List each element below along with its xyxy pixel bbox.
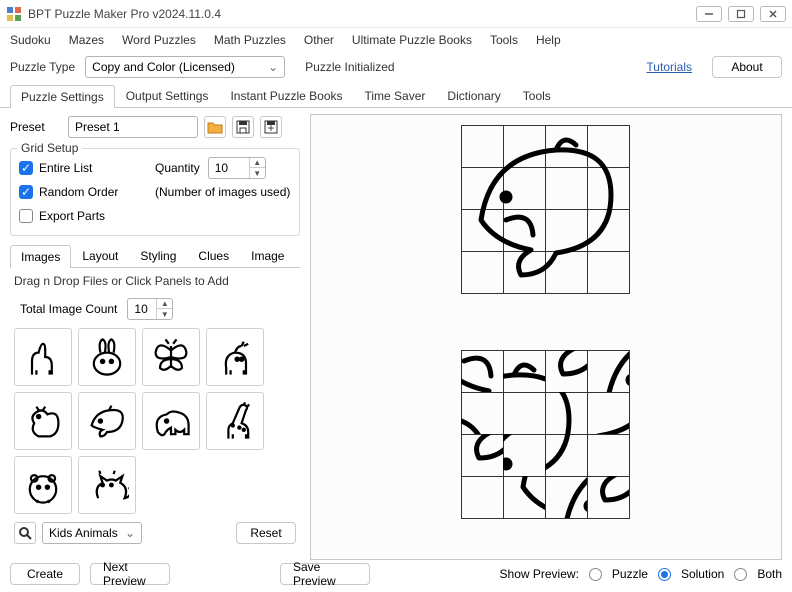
thumb-elephant[interactable] — [142, 392, 200, 450]
puzzle-type-label: Puzzle Type — [10, 60, 75, 74]
collection-combo[interactable]: Kids Animals ⌄ — [42, 522, 142, 544]
create-button[interactable]: Create — [10, 563, 80, 585]
quantity-spinner[interactable]: 10 ▲▼ — [208, 157, 266, 179]
images-subtabs: Images Layout Styling Clues Image — [10, 244, 300, 268]
close-button[interactable] — [760, 6, 786, 22]
menu-mazes[interactable]: Mazes — [69, 33, 104, 47]
svg-text:+: + — [267, 121, 274, 134]
preset-label: Preset — [10, 120, 62, 134]
drag-drop-hint: Drag n Drop Files or Click Panels to Add — [10, 268, 300, 294]
chevron-down-icon: ⌄ — [268, 60, 278, 74]
total-image-count-spinner[interactable]: 10 ▲▼ — [127, 298, 173, 320]
chevron-down-icon: ⌄ — [125, 526, 135, 540]
thumb-squirrel[interactable] — [14, 392, 72, 450]
subtab-image[interactable]: Image — [240, 244, 295, 267]
tab-tools[interactable]: Tools — [512, 84, 562, 107]
entire-list-checkbox[interactable]: ✓ — [19, 161, 33, 175]
main-tabs: Puzzle Settings Output Settings Instant … — [0, 84, 792, 108]
tab-instant-puzzle-books[interactable]: Instant Puzzle Books — [219, 84, 353, 107]
thumb-dolphin[interactable] — [78, 392, 136, 450]
thumb-hamster[interactable] — [14, 456, 72, 514]
thumb-bunny[interactable] — [78, 328, 136, 386]
save-as-preset-button[interactable]: + — [260, 116, 282, 138]
search-collection-button[interactable] — [14, 522, 36, 544]
preview-both-label: Both — [757, 567, 782, 581]
preview-puzzle-label: Puzzle — [612, 567, 648, 581]
save-preview-button[interactable]: Save Preview — [280, 563, 370, 585]
menu-help[interactable]: Help — [536, 33, 561, 47]
grid-setup-legend: Grid Setup — [17, 141, 82, 155]
menu-tools[interactable]: Tools — [490, 33, 518, 47]
subtab-layout[interactable]: Layout — [71, 244, 129, 267]
grid-setup-group: Grid Setup ✓ Entire List Quantity 10 ▲▼ … — [10, 148, 300, 236]
show-preview-label: Show Preview: — [500, 567, 579, 581]
maximize-button[interactable] — [728, 6, 754, 22]
open-preset-button[interactable] — [204, 116, 226, 138]
thumb-butterfly[interactable] — [142, 328, 200, 386]
tab-dictionary[interactable]: Dictionary — [436, 84, 511, 107]
export-parts-checkbox[interactable] — [19, 209, 33, 223]
subtab-clues[interactable]: Clues — [187, 244, 240, 267]
menu-other[interactable]: Other — [304, 33, 334, 47]
menu-ultimate-puzzle-books[interactable]: Ultimate Puzzle Books — [352, 33, 472, 47]
menu-math-puzzles[interactable]: Math Puzzles — [214, 33, 286, 47]
random-order-checkbox[interactable]: ✓ — [19, 185, 33, 199]
puzzle-type-combo[interactable]: Copy and Color (Licensed) ⌄ — [85, 56, 285, 78]
image-thumb-grid — [10, 328, 300, 514]
subtab-styling[interactable]: Styling — [129, 244, 187, 267]
random-order-label: Random Order — [39, 185, 118, 199]
export-parts-label: Export Parts — [39, 209, 105, 223]
status-text: Puzzle Initialized — [305, 60, 394, 74]
entire-list-label: Entire List — [39, 161, 92, 175]
save-preset-button[interactable] — [232, 116, 254, 138]
app-icon — [6, 6, 22, 22]
quantity-note: (Number of images used) — [155, 185, 290, 199]
total-image-count-label: Total Image Count — [20, 302, 117, 316]
tutorials-link[interactable]: Tutorials — [646, 60, 692, 74]
thumb-giraffe[interactable] — [206, 392, 264, 450]
preset-input[interactable]: Preset 1 — [68, 116, 198, 138]
preview-solution-radio[interactable] — [658, 568, 671, 581]
preview-puzzle-radio[interactable] — [589, 568, 602, 581]
tab-puzzle-settings[interactable]: Puzzle Settings — [10, 85, 115, 108]
menubar: Sudoku Mazes Word Puzzles Math Puzzles O… — [0, 28, 792, 52]
tab-output-settings[interactable]: Output Settings — [115, 84, 220, 107]
quantity-up[interactable]: ▲ — [250, 158, 265, 168]
quantity-down[interactable]: ▼ — [250, 168, 265, 178]
subtab-images[interactable]: Images — [10, 245, 71, 268]
preview-solution-label: Solution — [681, 567, 724, 581]
preview-puzzle-grid — [461, 350, 629, 518]
about-button[interactable]: About — [712, 56, 782, 78]
reset-button[interactable]: Reset — [236, 522, 296, 544]
puzzle-type-value: Copy and Color (Licensed) — [92, 60, 235, 74]
thumb-llama[interactable] — [14, 328, 72, 386]
preview-solution-grid — [461, 125, 629, 293]
preview-panel — [310, 114, 782, 560]
next-preview-button[interactable]: Next Preview — [90, 563, 170, 585]
window-title: BPT Puzzle Maker Pro v2024.11.0.4 — [28, 7, 696, 21]
menu-word-puzzles[interactable]: Word Puzzles — [122, 33, 196, 47]
minimize-button[interactable] — [696, 6, 722, 22]
thumb-deer[interactable] — [206, 328, 264, 386]
preview-both-radio[interactable] — [734, 568, 747, 581]
quantity-label: Quantity — [155, 161, 200, 175]
thumb-cat[interactable] — [78, 456, 136, 514]
tab-time-saver[interactable]: Time Saver — [354, 84, 437, 107]
menu-sudoku[interactable]: Sudoku — [10, 33, 51, 47]
